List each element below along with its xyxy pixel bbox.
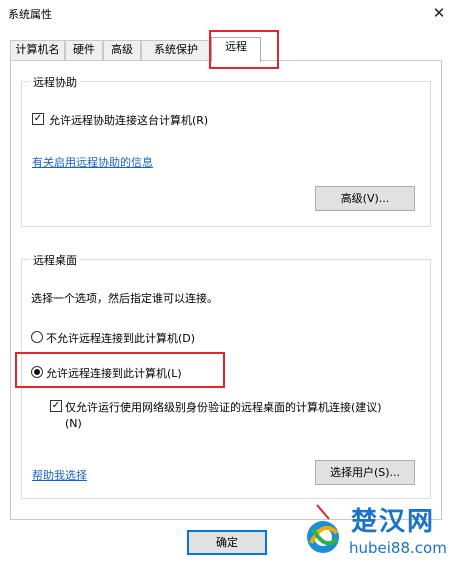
- window-title: 系统属性: [8, 8, 52, 21]
- remote-assistance-title: 远程协助: [30, 74, 80, 90]
- allow-remote-assistance-checkbox[interactable]: ✓: [32, 113, 44, 125]
- group-remote-desktop: 远程桌面 选择一个选项，然后指定谁可以连接。 不允许远程连接到此计算机(D) 允…: [21, 252, 431, 499]
- group-remote-assistance: 远程协助 ✓ 允许远程协助连接这台计算机(R) 有关启用远程协助的信息 高级(V…: [21, 74, 431, 227]
- watermark-logo: 楚汉网 hubei88.com: [297, 499, 452, 561]
- allow-remote-label[interactable]: 允许远程连接到此计算机(L): [46, 365, 182, 381]
- watermark-text: 楚汉网: [351, 507, 436, 537]
- close-icon[interactable]: ✕: [428, 2, 450, 24]
- deny-remote-radio[interactable]: [31, 331, 43, 343]
- tab-panel-remote: 远程协助 ✓ 允许远程协助连接这台计算机(R) 有关启用远程协助的信息 高级(V…: [10, 60, 442, 520]
- remote-desktop-title: 远程桌面: [30, 252, 80, 268]
- tab-computer-name[interactable]: 计算机名: [10, 40, 65, 60]
- nla-checkbox[interactable]: ✓: [50, 400, 62, 412]
- allow-remote-assistance-label[interactable]: 允许远程协助连接这台计算机(R): [49, 112, 208, 128]
- select-users-button[interactable]: 选择用户(S)...: [315, 460, 415, 485]
- watermark-url: hubei88.com: [349, 539, 447, 557]
- tab-hardware[interactable]: 硬件: [65, 40, 103, 60]
- advanced-button[interactable]: 高级(V)...: [315, 186, 415, 211]
- nla-label[interactable]: 仅允许运行使用网络级别身份验证的远程桌面的计算机连接(建议): [65, 399, 382, 415]
- tab-system-protection[interactable]: 系统保护: [141, 40, 211, 60]
- deny-remote-label[interactable]: 不允许远程连接到此计算机(D): [46, 330, 195, 346]
- tab-remote[interactable]: 远程: [211, 37, 261, 62]
- allow-remote-radio[interactable]: [31, 366, 43, 378]
- tab-advanced[interactable]: 高级: [103, 40, 141, 60]
- title-bar: 系统属性 ✕: [0, 0, 456, 28]
- remote-desktop-instruction: 选择一个选项，然后指定谁可以连接。: [31, 292, 218, 305]
- remote-assistance-info-link[interactable]: 有关启用远程协助的信息: [32, 154, 153, 170]
- help-me-choose-link[interactable]: 帮助我选择: [32, 467, 87, 483]
- nla-label-shortcut[interactable]: (N): [65, 417, 82, 430]
- ok-button[interactable]: 确定: [187, 530, 267, 555]
